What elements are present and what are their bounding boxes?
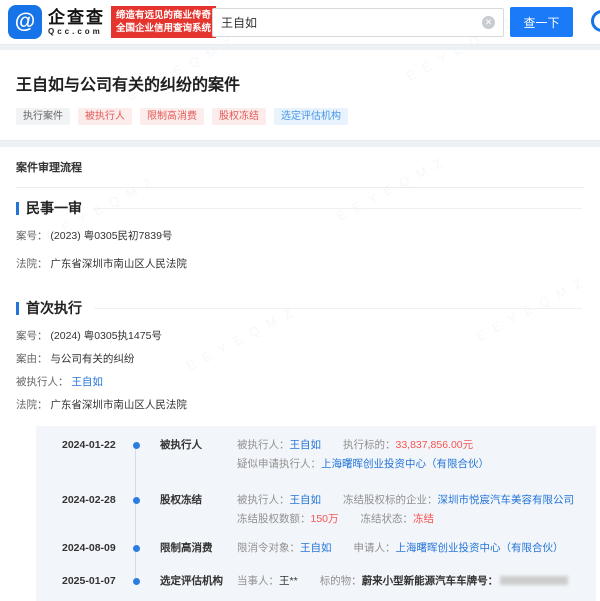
section-accent-bar: [16, 202, 19, 215]
timeline-date: 2024-01-22: [62, 438, 124, 471]
tag-appraisal-agency: 选定评估机构: [274, 108, 348, 125]
timeline-date: 2024-02-28: [62, 493, 124, 526]
tag-consumption-restriction: 限制高消费: [140, 108, 204, 125]
timeline-row: 2024-08-09 限制高消费 限消令对象：王自如 申请人：上海曙晖创业投资中…: [36, 541, 588, 555]
timeline-row: 2025-01-07 选定评估机构 当事人：王** 标的物：蔚来小型新能源汽车车…: [36, 574, 588, 588]
timeline-details: 当事人：王** 标的物：蔚来小型新能源汽车车牌号：: [237, 574, 588, 588]
clear-icon[interactable]: ✕: [482, 16, 495, 29]
search-input[interactable]: [213, 16, 482, 30]
logo-glyph: @: [15, 10, 35, 34]
section-accent-bar: [16, 302, 19, 315]
timeline-event-type: 限制高消费: [148, 541, 237, 555]
top-header: @ 企查查 Qcc.com 缔造有远见的商业传奇 全国企业信用查询系统 ✕ 查一…: [0, 0, 600, 44]
timeline-dot-icon: [133, 545, 140, 552]
flow-section-title: 案件审理流程: [16, 162, 584, 175]
redacted-plate-number: [500, 576, 568, 585]
section-rule: [94, 208, 582, 209]
person-link[interactable]: 王自如: [290, 439, 322, 451]
company-link[interactable]: 上海曙晖创业投资中心（有限合伙）: [396, 542, 564, 554]
timeline-dot-icon: [133, 578, 140, 585]
brand-name: 企查查: [48, 8, 105, 27]
freeze-status: 冻结: [413, 513, 434, 525]
tag-person-executed: 被执行人: [78, 108, 132, 125]
brand-slogan-badge: 缔造有远见的商业传奇 全国企业信用查询系统: [111, 6, 216, 38]
field-court: 法院： 广东省深圳市南山区人民法院: [16, 258, 584, 271]
person-link[interactable]: 王自如: [71, 376, 103, 388]
field-person-executed: 被执行人： 王自如: [16, 376, 584, 389]
slogan-line-2: 全国企业信用查询系统: [116, 22, 211, 35]
section-rule: [94, 308, 582, 309]
status-tags: 执行案件 被执行人 限制高消费 股权冻结 选定评估机构: [16, 108, 584, 140]
field-court: 法院： 广东省深圳市南山区人民法院: [16, 399, 584, 412]
timeline-event-type: 被执行人: [148, 438, 237, 471]
timeline-event-type: 股权冻结: [148, 493, 237, 526]
field-case-number: 案号： (2024) 粤0305执1475号: [16, 330, 584, 343]
timeline-details: 被执行人：王自如 执行标的：33,837,856.00元 疑似申请执行人：上海曙…: [237, 438, 588, 471]
page-title: 王自如与公司有关的纠纷的案件: [16, 71, 584, 95]
brand-text[interactable]: 企查查 Qcc.com: [48, 8, 105, 36]
tag-execution-case: 执行案件: [16, 108, 70, 125]
timeline-row: 2024-01-22 被执行人 被执行人：王自如 执行标的：33,837,856…: [36, 438, 588, 471]
timeline-panel: 2024-01-22 被执行人 被执行人：王自如 执行标的：33,837,856…: [36, 426, 596, 601]
execution-amount: 33,837,856.00元: [396, 439, 474, 451]
tag-equity-freeze: 股权冻结: [212, 108, 266, 125]
search-bar: ✕: [212, 8, 504, 37]
timeline-dot-icon: [133, 497, 140, 504]
search-button[interactable]: 查一下: [510, 7, 573, 37]
section-civil-first-instance: 民事一审: [16, 201, 584, 216]
divider: [16, 187, 584, 188]
frozen-equity-amount: 150万: [311, 513, 339, 525]
separator-band: [0, 44, 600, 50]
company-link[interactable]: 深圳市悦宸汽车美容有限公司: [438, 494, 575, 506]
timeline-dot-icon: [133, 442, 140, 449]
party-name: 王**: [279, 575, 298, 587]
separator-band: [0, 140, 600, 147]
slogan-line-1: 缔造有远见的商业传奇: [116, 9, 211, 22]
timeline-date: 2025-01-07: [62, 574, 124, 588]
qcc-logo-icon[interactable]: @: [8, 5, 42, 39]
section-first-execution: 首次执行: [16, 301, 584, 316]
timeline-details: 被执行人：王自如 冻结股权标的企业：深圳市悦宸汽车美容有限公司 冻结股权数额：1…: [237, 493, 588, 526]
person-link[interactable]: 王自如: [300, 542, 332, 554]
corner-logo-icon: [591, 10, 600, 32]
field-case-number: 案号： (2023) 粤0305民初7839号: [16, 230, 584, 243]
section-title: 首次执行: [26, 301, 82, 316]
timeline-event-type: 选定评估机构: [148, 574, 237, 588]
field-case-cause: 案由： 与公司有关的纠纷: [16, 353, 584, 366]
timeline-row: 2024-02-28 股权冻结 被执行人：王自如 冻结股权标的企业：深圳市悦宸汽…: [36, 493, 588, 526]
subject-matter: 蔚来小型新能源汽车车牌号：: [362, 575, 499, 587]
timeline-date: 2024-08-09: [62, 541, 124, 555]
timeline-details: 限消令对象：王自如 申请人：上海曙晖创业投资中心（有限合伙）: [237, 541, 588, 555]
brand-domain: Qcc.com: [48, 27, 105, 36]
section-title: 民事一审: [26, 201, 82, 216]
person-link[interactable]: 王自如: [290, 494, 322, 506]
company-link[interactable]: 上海曙晖创业投资中心（有限合伙）: [321, 458, 489, 470]
